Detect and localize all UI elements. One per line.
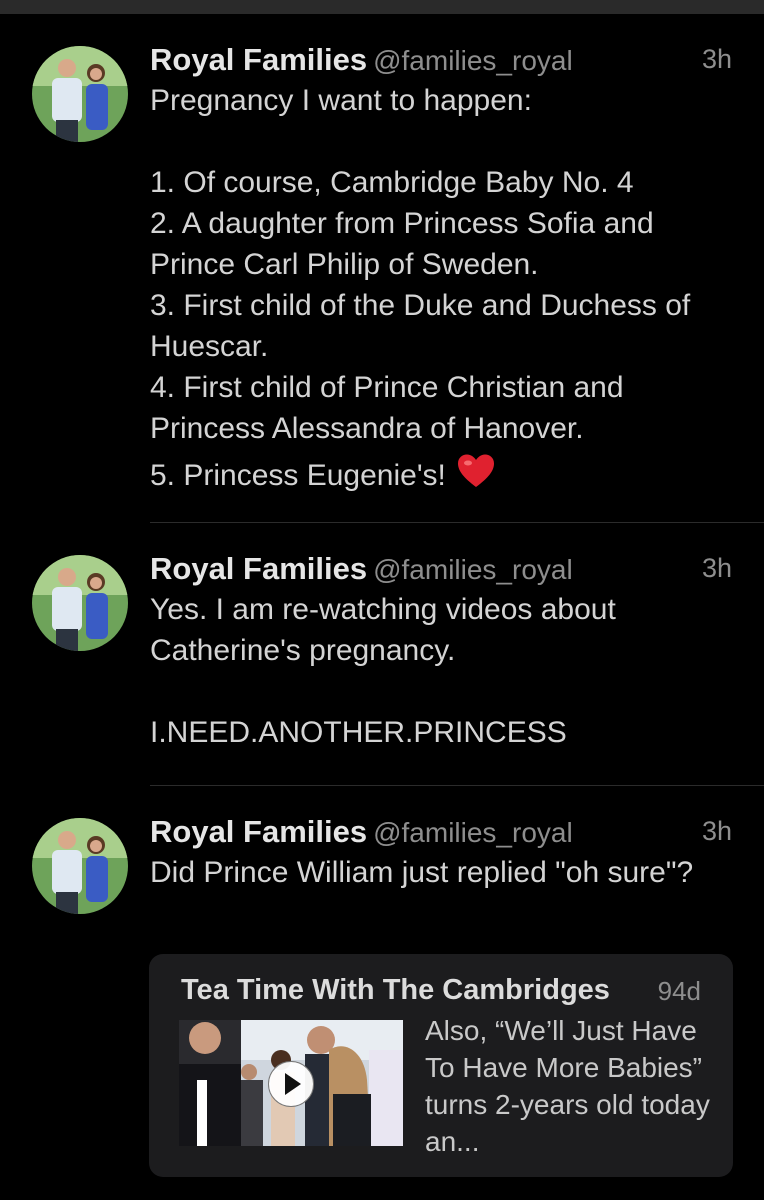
heart-emoji-icon <box>457 454 494 487</box>
tweet-header: Royal Families @families_royal <box>150 42 573 78</box>
play-icon[interactable] <box>268 1061 314 1107</box>
status-bar <box>0 0 764 14</box>
quoted-tweet-card[interactable]: Tea Time With The Cambridges 94d Also, “… <box>149 954 733 1177</box>
divider <box>150 785 764 786</box>
tweet-text: Pregnancy I want to happen: 1. Of course… <box>150 80 724 496</box>
tweet-timestamp: 3h <box>701 553 732 583</box>
display-name[interactable]: Royal Families <box>150 814 367 849</box>
avatar[interactable] <box>32 818 128 914</box>
user-handle[interactable]: @families_royal <box>373 554 573 585</box>
display-name[interactable]: Royal Families <box>150 551 367 586</box>
tweet-timestamp: 3h <box>701 816 732 846</box>
quoted-tweet-timestamp: 94d <box>657 976 701 1006</box>
display-name[interactable]: Royal Families <box>150 42 367 77</box>
quoted-tweet-text: Also, “We’ll Just Have To Have More Babi… <box>425 1015 710 1157</box>
tweet-header: Royal Families @families_royal <box>150 814 573 850</box>
divider <box>150 522 764 523</box>
tweet-text-content: Pregnancy I want to happen: 1. Of course… <box>150 84 691 492</box>
tweet-text: Yes. I am re-watching videos about Cathe… <box>150 593 616 749</box>
avatar[interactable] <box>32 46 128 142</box>
tweet-header: Royal Families @families_royal <box>150 551 573 587</box>
user-handle[interactable]: @families_royal <box>373 45 573 76</box>
avatar[interactable] <box>32 555 128 651</box>
quoted-tweet-author: Tea Time With The Cambridges <box>181 974 610 1006</box>
tweet-timestamp: 3h <box>701 44 732 74</box>
user-handle[interactable]: @families_royal <box>373 817 573 848</box>
video-thumbnail[interactable] <box>179 1020 403 1146</box>
tweet-text: Did Prince William just replied "oh sure… <box>150 856 694 889</box>
